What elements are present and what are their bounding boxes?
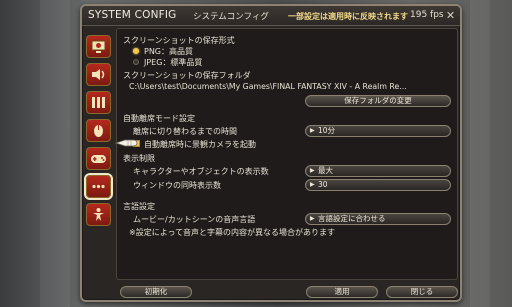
reset-button[interactable]: 初期化: [120, 286, 192, 298]
settings-panel: スクリーンショットの保存形式 PNG：高品質 JPEG：標準品質 スクリーンショ…: [116, 28, 458, 280]
dropdown-arrow-icon: ▶: [310, 181, 315, 188]
option-png-label[interactable]: PNG：高品質: [144, 46, 193, 57]
dropdown-arrow-icon: ▶: [310, 127, 315, 134]
other-settings-icon: [92, 184, 105, 189]
window-subtitle: システムコンフィグ: [193, 12, 269, 22]
tools-icon[interactable]: ✕: [444, 9, 457, 22]
window-count-value: 30: [318, 180, 328, 189]
graphics-icon: [92, 97, 105, 108]
cutscene-language-dropdown[interactable]: ▶ 言語設定に合わせる: [305, 213, 451, 225]
close-button[interactable]: 閉じる: [386, 286, 458, 298]
gamepad-icon: [91, 155, 106, 163]
char-count-label: キャラクターやオブジェクトの表示数: [133, 167, 269, 176]
title-bar[interactable]: SYSTEM CONFIG システムコンフィグ 一部設定は適用時に反映されます …: [82, 6, 460, 26]
category-other-button[interactable]: [86, 175, 111, 198]
apply-button[interactable]: 適用: [306, 286, 378, 298]
window-count-label: ウィンドウの同時表示数: [133, 181, 221, 190]
window-title: SYSTEM CONFIG: [88, 9, 177, 21]
mouse-icon: [94, 125, 103, 137]
hand-pointer-icon: [115, 139, 138, 147]
char-count-dropdown[interactable]: ▶ 最大: [305, 165, 451, 177]
category-display-button[interactable]: [86, 35, 111, 58]
apply-notice: 一部設定は適用時に反映されます: [288, 12, 408, 21]
screenshot-folder-header: スクリーンショットの保存フォルダ: [123, 71, 251, 80]
display-limit-header: 表示制限: [123, 154, 155, 163]
sound-icon: [92, 69, 105, 80]
category-sound-button[interactable]: [86, 63, 111, 86]
afk-camera-label[interactable]: 自動離席時に景観カメラを起動: [144, 139, 256, 150]
char-count-value: 最大: [318, 166, 333, 175]
afk-time-dropdown[interactable]: ▶ 10分: [305, 125, 451, 137]
radio-png[interactable]: [133, 48, 139, 54]
dropdown-arrow-icon: ▶: [310, 167, 315, 174]
cutscene-language-value: 言語設定に合わせる: [318, 214, 386, 223]
system-config-window: SYSTEM CONFIG システムコンフィグ 一部設定は適用時に反映されます …: [80, 4, 462, 302]
window-count-dropdown[interactable]: ▶ 30: [305, 179, 451, 191]
language-header: 言語設定: [123, 202, 155, 211]
option-jpeg-label[interactable]: JPEG：標準品質: [144, 57, 202, 68]
fps-counter: 195 fps: [410, 10, 444, 20]
cutscene-language-label: ムービー/カットシーンの音声言語: [133, 215, 256, 224]
dropdown-arrow-icon: ▶: [310, 215, 315, 222]
language-note: ※設定によって音声と字幕の内容が異なる場合があります: [129, 228, 336, 237]
radio-jpeg[interactable]: [133, 59, 139, 65]
category-mouse-button[interactable]: [86, 119, 111, 142]
character-icon: [93, 208, 104, 221]
screenshot-format-header: スクリーンショットの保存形式: [123, 36, 235, 45]
change-folder-button[interactable]: 保存フォルダの変更: [305, 95, 451, 107]
display-icon: [91, 40, 106, 53]
afk-header: 自動離席モード設定: [123, 114, 195, 123]
category-gamepad-button[interactable]: [86, 147, 111, 170]
afk-time-value: 10分: [318, 126, 336, 135]
folder-path: C:\Users\test\Documents\My Games\FINAL F…: [129, 82, 407, 91]
category-graphics-button[interactable]: [86, 91, 111, 114]
afk-time-label: 離席に切り替わるまでの時間: [133, 127, 237, 136]
category-character-button[interactable]: [86, 203, 111, 226]
